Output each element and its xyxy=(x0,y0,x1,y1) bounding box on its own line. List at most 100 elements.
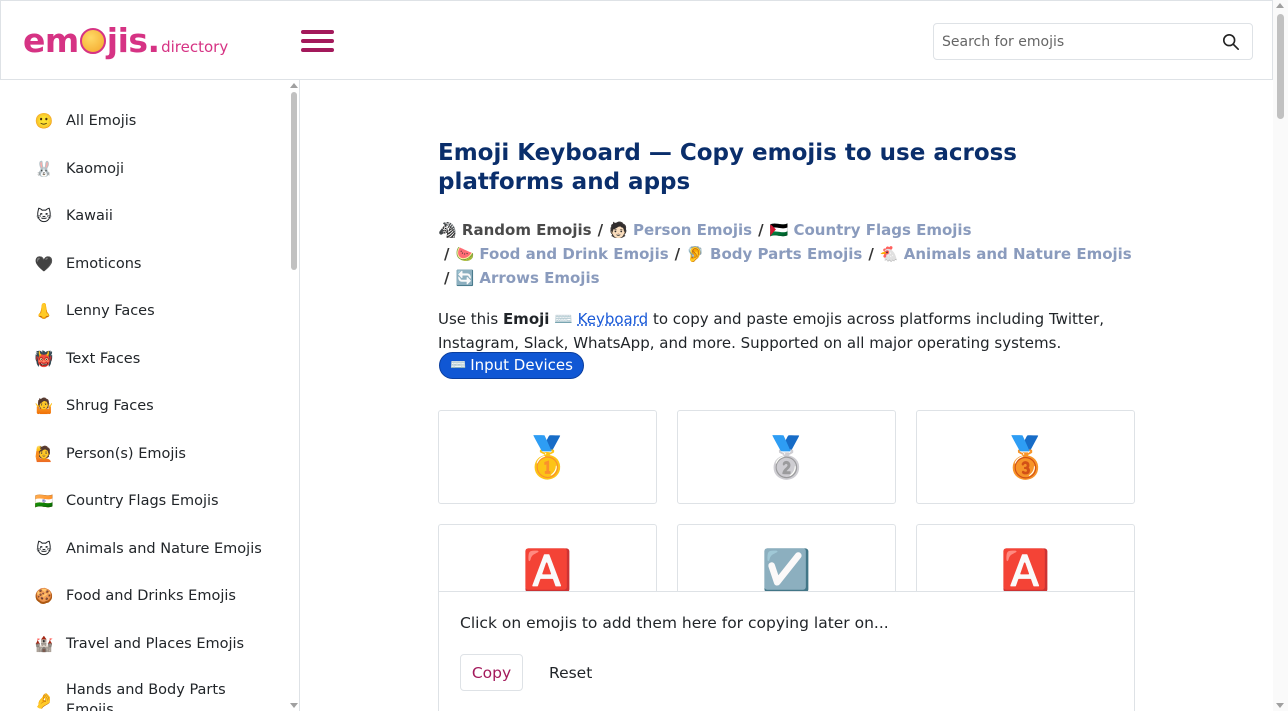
silver-medal-icon: 🥈 xyxy=(761,434,812,481)
desc-bold: Emoji xyxy=(502,310,550,328)
sidebar-item-shrug-faces[interactable]: 🤷 Shrug Faces xyxy=(34,394,154,418)
logo-text-left: em xyxy=(23,21,79,60)
sidebar-item-label: Kawaii xyxy=(66,208,113,224)
scroll-up-icon[interactable] xyxy=(1276,3,1284,8)
search-input[interactable] xyxy=(934,24,1214,59)
bronze-medal-icon: 🥉 xyxy=(1000,434,1051,481)
category-link-label: Person Emojis xyxy=(632,221,753,239)
emoji-card[interactable]: 🥉 xyxy=(916,410,1135,504)
watermelon-icon: 🍉 xyxy=(455,245,475,263)
scroll-up-icon[interactable] xyxy=(290,83,298,88)
tag-label: Input Devices xyxy=(470,356,573,374)
keyboard-link[interactable]: Keyboard xyxy=(578,310,649,328)
sidebar-item-label: Person(s) Emojis xyxy=(66,446,186,462)
chicken-icon: 🐔 xyxy=(879,245,899,263)
check-box-icon: ☑️ xyxy=(761,548,812,594)
pinched-fingers-icon: 🤌 xyxy=(34,692,54,710)
cookie-icon: 🍪 xyxy=(34,587,54,605)
site-header: em jis . directory xyxy=(0,0,1273,80)
logo-face-icon xyxy=(79,28,106,54)
cat-icon: 🐱 xyxy=(36,540,52,558)
shrug-icon: 🤷 xyxy=(34,397,54,415)
arrows-icon: 🔄 xyxy=(455,269,475,287)
keyboard-icon: ⌨️ xyxy=(554,310,573,328)
page-title: Emoji Keyboard — Copy emojis to use acro… xyxy=(438,140,1017,195)
letter-a-button-icon: 🅰️ xyxy=(522,548,573,594)
input-devices-tag[interactable]: ⌨️ Input Devices xyxy=(439,352,584,379)
category-link-label: Animals and Nature Emojis xyxy=(903,245,1132,263)
person-raising-hand-icon: 🙋 xyxy=(34,445,54,463)
flag-icon: 🇮🇳 xyxy=(34,492,54,510)
keyboard-icon: ⌨️ xyxy=(450,358,467,373)
copy-button[interactable]: Copy xyxy=(460,654,523,691)
zebra-icon: 🦓 xyxy=(438,221,457,239)
sidebar-item-all-emojis[interactable]: 🙂 All Emojis xyxy=(34,109,137,133)
sidebar-item-hands-body-parts[interactable]: 🤌 Hands and Body Parts Emojis xyxy=(34,680,246,711)
category-link-label: Food and Drink Emojis xyxy=(479,245,669,263)
logo-subtext: directory xyxy=(161,38,229,56)
sidebar-item-food-drinks[interactable]: 🍪 Food and Drinks Emojis xyxy=(34,584,236,608)
logo-dot: . xyxy=(147,21,161,60)
sidebar-item-travel-places[interactable]: 🏰 Travel and Places Emojis xyxy=(34,632,244,656)
ogre-icon: 👹 xyxy=(34,350,54,368)
separator: / xyxy=(674,245,681,263)
sidebar-item-label: Country Flags Emojis xyxy=(66,493,219,509)
letter-a-button-icon: 🅰️ xyxy=(1000,548,1051,594)
search-box xyxy=(933,23,1253,60)
sidebar-item-text-faces[interactable]: 👹 Text Faces xyxy=(34,347,141,371)
rabbit-icon: 🐰 xyxy=(34,160,54,178)
separator: / xyxy=(444,269,450,287)
cat-icon: 🐱 xyxy=(36,207,52,225)
sidebar-item-emoticons[interactable]: 🖤 Emoticons xyxy=(34,252,142,276)
scrollbar-thumb[interactable] xyxy=(1277,14,1284,119)
sidebar-item-persons-emojis[interactable]: 🙋 Person(s) Emojis xyxy=(34,442,186,466)
person-icon: 🧑🏻 xyxy=(609,221,628,239)
flag-icon: 🇵🇸 xyxy=(769,221,789,239)
emoji-card[interactable]: 🥈 xyxy=(677,410,896,504)
category-link-label: Body Parts Emojis xyxy=(710,245,863,263)
separator: / xyxy=(758,221,764,239)
scroll-down-icon[interactable] xyxy=(290,703,298,708)
sidebar-item-label: Hands and Body Parts Emojis xyxy=(66,682,226,711)
category-link-arrows[interactable]: 🔄 Arrows Emojis xyxy=(455,269,599,287)
smile-icon: 🙂 xyxy=(34,112,54,130)
sidebar-item-kawaii[interactable]: 🐱 Kawaii xyxy=(34,204,113,228)
scrollbar-thumb[interactable] xyxy=(291,92,297,270)
emoji-card[interactable]: 🥇 xyxy=(438,410,657,504)
sidebar-item-label: Shrug Faces xyxy=(66,398,154,414)
desc-text: Use this xyxy=(438,310,503,328)
menu-bar xyxy=(301,39,334,43)
category-link-body-parts[interactable]: 🦻 Body Parts Emojis xyxy=(686,245,862,263)
sidebar-item-country-flags[interactable]: 🇮🇳 Country Flags Emojis xyxy=(34,489,219,513)
reset-button[interactable]: Reset xyxy=(537,654,604,691)
category-link-label: Country Flags Emojis xyxy=(793,221,972,239)
sidebar-scrollbar[interactable] xyxy=(288,80,299,711)
category-link-label: Arrows Emojis xyxy=(479,269,600,287)
sidebar-item-label: Travel and Places Emojis xyxy=(66,636,245,652)
menu-toggle-icon[interactable] xyxy=(301,30,335,54)
category-link-random[interactable]: 🦓 Random Emojis xyxy=(438,221,592,239)
black-heart-icon: 🖤 xyxy=(34,255,54,273)
gold-medal-icon: 🥇 xyxy=(522,434,573,481)
sidebar-item-label: Text Faces xyxy=(66,351,141,367)
search-icon[interactable] xyxy=(1222,33,1240,51)
page-description: Use this Emoji ⌨️ Keyboard to copy and p… xyxy=(438,307,1138,355)
category-link-person[interactable]: 🧑🏻 Person Emojis xyxy=(609,221,752,239)
separator: / xyxy=(597,221,604,239)
sidebar-item-kaomoji[interactable]: 🐰 Kaomoji xyxy=(34,157,124,181)
sidebar-item-animals-nature[interactable]: 🐱 Animals and Nature Emojis xyxy=(34,537,262,561)
site-logo[interactable]: em jis . directory xyxy=(23,21,228,61)
menu-bar xyxy=(301,48,334,52)
sidebar-item-label: Kaomoji xyxy=(66,161,125,177)
copy-panel-hint[interactable]: Click on emojis to add them here for cop… xyxy=(460,614,889,632)
logo-text-right: jis xyxy=(106,21,148,60)
sidebar-item-label: Lenny Faces xyxy=(66,303,155,319)
category-link-food-drink[interactable]: 🍉 Food and Drink Emojis xyxy=(455,245,668,263)
category-link-animals-nature[interactable]: 🐔 Animals and Nature Emojis xyxy=(880,245,1132,263)
scroll-down-icon[interactable] xyxy=(1276,703,1284,708)
category-link-label: Random Emojis xyxy=(461,221,592,239)
sidebar-item-lenny-faces[interactable]: 👃 Lenny Faces xyxy=(34,299,155,323)
page-scrollbar[interactable] xyxy=(1273,0,1288,711)
category-link-country-flags[interactable]: 🇵🇸 Country Flags Emojis xyxy=(770,221,972,239)
sidebar-item-label: Food and Drinks Emojis xyxy=(66,588,236,604)
